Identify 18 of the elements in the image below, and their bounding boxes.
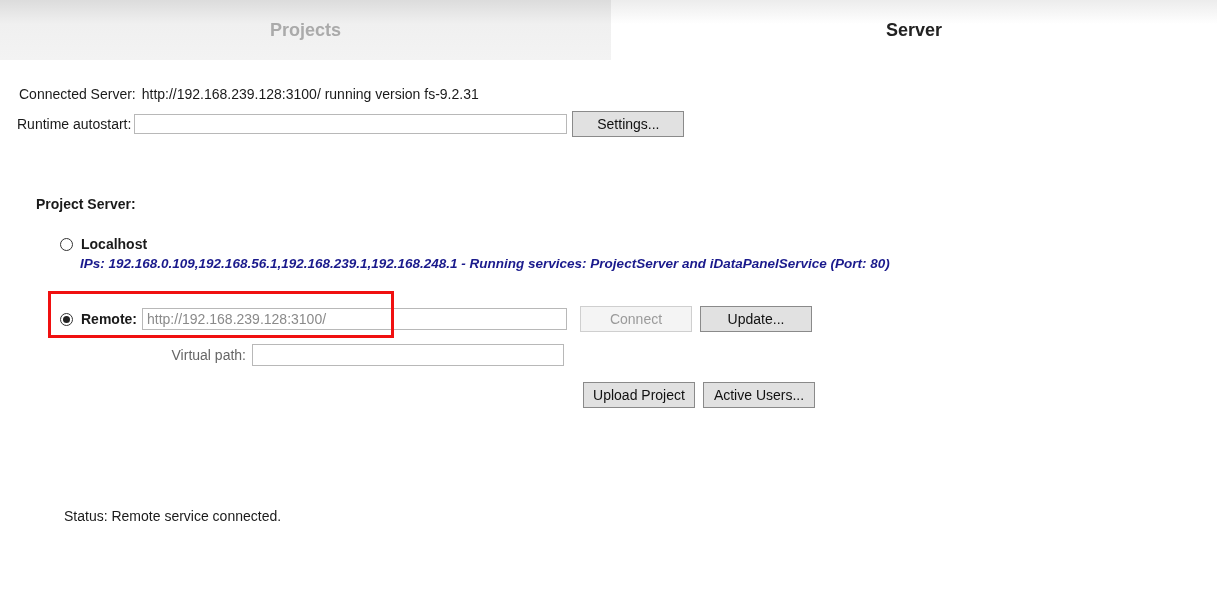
field-label: Runtime autostart: [17,116,132,132]
input-field[interactable] [252,344,564,366]
action-button[interactable]: Active Users... [703,382,815,408]
field-label: Connected Server: [19,86,136,102]
info-text: IPs: 192.168.0.109,192.168.56.1,192.168.239.1,192.168.248.1 - Running services: ProjectServer and iDataPanelService (Port: 80) [80,256,891,271]
update-button[interactable]: Update... [700,306,812,332]
field-label: Virtual path: [170,347,247,363]
radio-label[interactable]: Remote: [81,311,137,327]
server-url-text: http://192.168.239.128:3100/ running version fs-9.2.31 [141,86,479,102]
radio-button[interactable] [60,312,73,326]
input-field[interactable] [134,114,568,134]
status-text: Status: Remote service connected. [64,508,283,524]
radio-label[interactable]: Localhost [81,236,148,252]
section-title: Project Server: [36,196,137,212]
remote-url-field[interactable]: http://192.168.239.128:3100/ [142,308,567,330]
settings-button[interactable]: Settings... [572,111,685,137]
action-button[interactable]: Upload Project [583,382,695,408]
radio-button[interactable] [60,237,73,251]
